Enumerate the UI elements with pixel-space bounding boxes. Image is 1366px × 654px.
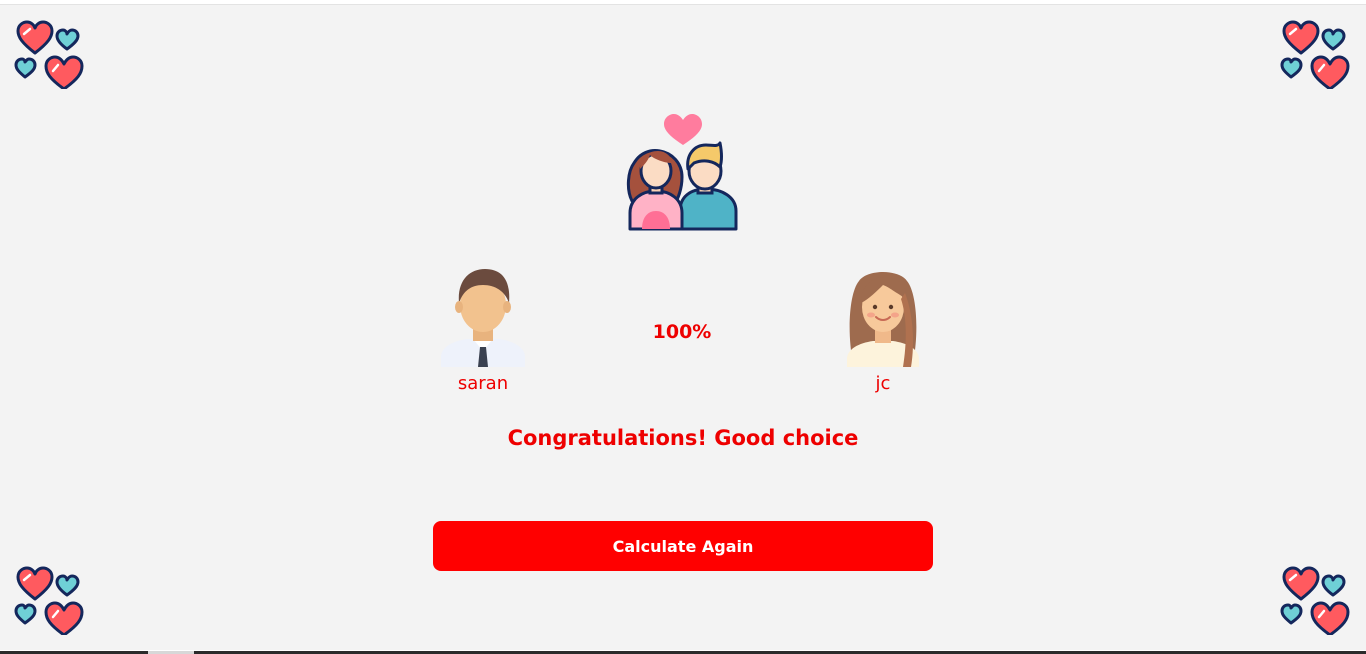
person-left-name: saran: [457, 373, 509, 394]
male-avatar-icon: [441, 269, 525, 367]
love-calculator-result-page: saran 100% jc Congratulations! Good choi…: [0, 4, 1366, 650]
person-left: saran: [428, 263, 538, 394]
match-percentage: 100%: [652, 321, 712, 343]
person-right-name: jc: [875, 373, 891, 394]
calculate-again-button[interactable]: Calculate Again: [433, 521, 933, 571]
couple-heart-icon: [626, 114, 738, 231]
female-avatar-icon: [847, 272, 919, 367]
result-message: Congratulations! Good choice: [507, 426, 859, 450]
hearts-icon: [14, 20, 84, 89]
hearts-icon: [1280, 20, 1350, 89]
person-right: jc: [828, 263, 938, 394]
hearts-icon: [14, 566, 84, 635]
hearts-icon: [1280, 566, 1350, 635]
